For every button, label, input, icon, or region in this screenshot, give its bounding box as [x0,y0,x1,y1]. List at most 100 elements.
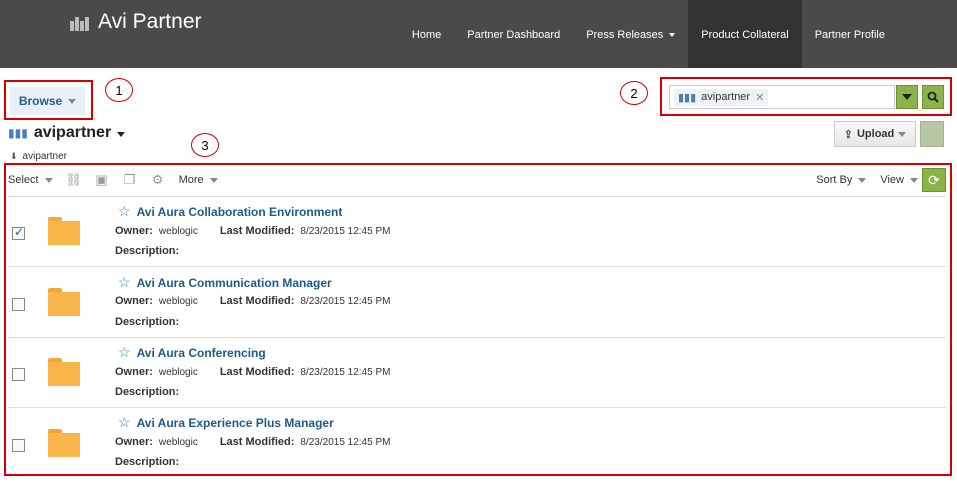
chevron-down-icon [209,177,218,183]
folder-icon [48,429,80,457]
chevron-down-icon [669,33,676,37]
copy-button[interactable]: ❐ [123,172,137,187]
folder-icon [48,358,80,386]
item-name[interactable]: Avi Aura Conferencing [137,346,266,360]
upload-label: Upload [856,128,895,140]
item-title[interactable]: ☆ Avi Aura Communication Manager [118,274,332,291]
item-meta: Owner: weblogic Last Modified: 8/23/2015… [115,295,390,307]
row-checkbox[interactable] [12,439,25,452]
item-description: Description: [115,456,179,468]
item-meta: Owner: weblogic Last Modified: 8/23/2015… [115,366,390,378]
folder-title: avipartner [33,124,112,141]
link-icon: ⛓ [65,172,82,187]
chevron-down-icon [898,131,907,137]
chevron-down-icon [44,177,53,183]
search-scope-dropdown[interactable] [896,85,918,109]
owner-value: weblogic [158,367,198,378]
description-label: Description: [115,316,180,328]
owner-label: Owner: [115,366,153,378]
close-icon[interactable]: ✕ [755,91,764,104]
copy-icon: ❐ [123,172,136,187]
chevron-down-icon [910,177,918,183]
new-folder-button[interactable] [920,121,944,147]
chevron-down-icon [117,132,126,137]
item-title[interactable]: ☆ Avi Aura Collaboration Environment [118,203,342,220]
favorite-star-icon[interactable]: ☆ [118,414,131,431]
callout-box-1 [4,80,93,120]
owner-value: weblogic [158,296,198,307]
owner-value: weblogic [158,226,198,237]
chevron-down-icon [902,94,912,100]
toolbar-right: Sort By View ⟳ [816,166,946,194]
refresh-button[interactable]: ⟳ [922,168,946,192]
row-checkbox[interactable] [12,298,25,311]
library-icon: ▮▮▮ [678,91,697,104]
list-item[interactable]: ☆ Avi Aura Communication Manager Owner: … [8,268,946,338]
nav-press-releases-label: Press Releases [586,29,664,41]
description-label: Description: [115,386,180,398]
description-label: Description: [115,245,180,257]
brand[interactable]: Avi Partner [70,10,202,34]
favorite-star-icon[interactable]: ☆ [118,344,131,361]
view-label: View [880,174,904,186]
refresh-icon: ⟳ [928,171,940,188]
callout-1: 1 [105,78,133,102]
brand-logo-icon [70,13,92,31]
page-title[interactable]: ▮▮▮ avipartner [8,124,126,142]
select-menu[interactable]: Select [8,174,53,186]
search-token-label: avipartner [701,91,751,103]
favorite-star-icon[interactable]: ☆ [118,274,131,291]
modified-label: Last Modified: [219,225,295,237]
upload-button[interactable]: ⇪ Upload [834,121,916,147]
owner-label: Owner: [115,436,153,448]
item-name[interactable]: Avi Aura Communication Manager [137,276,332,290]
breadcrumb[interactable]: ⬇ avipartner [10,151,67,162]
app-title: Avi Partner [98,10,202,33]
more-label: More [178,174,204,186]
item-title[interactable]: ☆ Avi Aura Conferencing [118,344,266,361]
item-meta: Owner: weblogic Last Modified: 8/23/2015… [115,436,390,448]
upload-icon: ⇪ [843,128,853,141]
more-menu[interactable]: More [179,174,218,186]
list-item[interactable]: ☆ Avi Aura Conferencing Owner: weblogic … [8,338,946,408]
search-button[interactable] [922,85,944,109]
modified-value: 8/23/2015 12:45 PM [300,437,391,448]
sort-by-menu[interactable]: Sort By [816,174,867,186]
search-input[interactable]: ▮▮▮ avipartner ✕ [669,85,895,109]
view-menu[interactable]: View [880,174,918,186]
owner-label: Owner: [115,225,153,237]
favorite-star-icon[interactable]: ☆ [118,203,131,220]
list-item[interactable]: ☆ Avi Aura Collaboration Environment Own… [8,197,946,267]
item-description: Description: [115,245,179,257]
owner-label: Owner: [115,295,153,307]
nav-press-releases[interactable]: Press Releases [573,0,688,68]
callout-3: 3 [191,133,219,157]
row-checkbox[interactable] [12,225,25,240]
search-icon [927,91,939,103]
sort-by-label: Sort By [816,174,853,186]
item-name[interactable]: Avi Aura Experience Plus Manager [137,416,334,430]
list-item[interactable]: ☆ Avi Aura Experience Plus Manager Owner… [8,409,946,479]
folder-icon [48,217,80,245]
nav-home[interactable]: Home [399,0,454,68]
top-navbar: Avi Partner Home Partner Dashboard Press… [0,0,957,68]
main-nav: Home Partner Dashboard Press Releases Pr… [399,0,957,68]
breadcrumb-label: avipartner [22,151,68,162]
modified-value: 8/23/2015 12:45 PM [300,226,391,237]
item-title[interactable]: ☆ Avi Aura Experience Plus Manager [118,414,334,431]
modified-label: Last Modified: [219,436,295,448]
gear-icon: ⚙ [151,172,164,187]
row-checkbox[interactable] [12,368,25,381]
library-icon: ▮▮▮ [8,126,28,140]
item-description: Description: [115,386,179,398]
move-button[interactable]: ▣ [95,172,109,187]
item-name[interactable]: Avi Aura Collaboration Environment [137,205,343,219]
nav-partner-dashboard[interactable]: Partner Dashboard [454,0,573,68]
owner-value: weblogic [158,437,198,448]
nav-product-collateral[interactable]: Product Collateral [688,0,802,68]
link-button[interactable]: ⛓ [65,172,82,187]
item-meta: Owner: weblogic Last Modified: 8/23/2015… [115,225,390,237]
search-token: ▮▮▮ avipartner ✕ [674,88,769,106]
nav-partner-profile[interactable]: Partner Profile [802,0,957,68]
settings-button[interactable]: ⚙ [151,172,165,187]
